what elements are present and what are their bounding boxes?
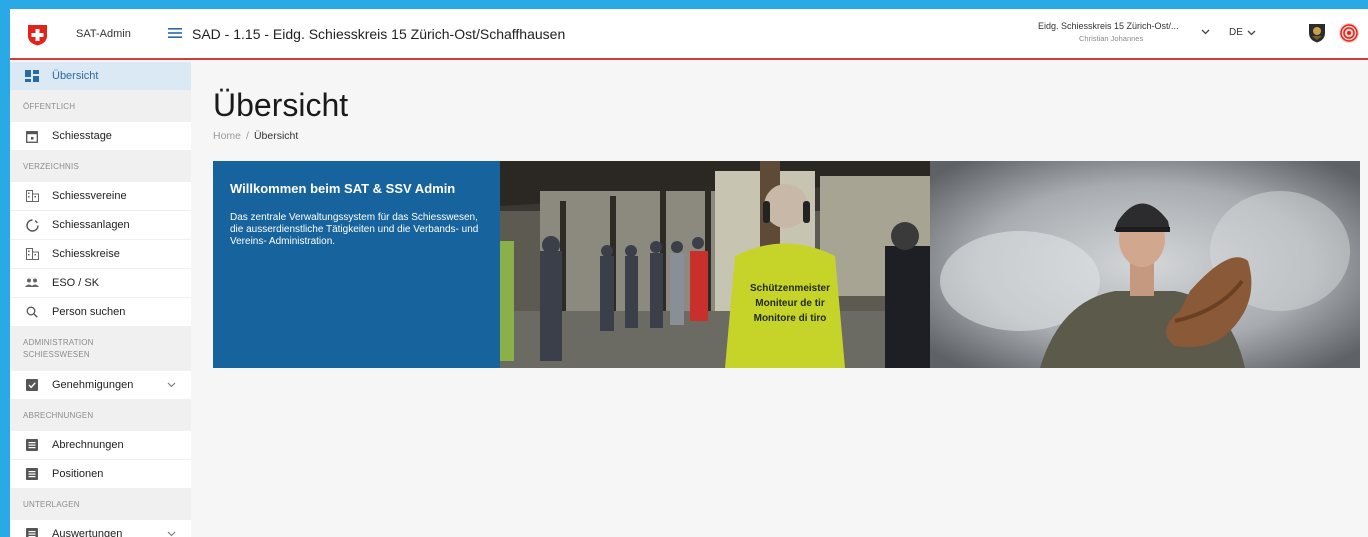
sidebar-item-ranges[interactable]: Schiessanlagen bbox=[10, 211, 191, 240]
language-label: DE bbox=[1229, 27, 1243, 38]
people-icon bbox=[25, 276, 39, 290]
welcome-panel: Willkommen beim SAT & SSV Admin Das zent… bbox=[213, 161, 500, 368]
sidebar-item-clubs[interactable]: Schiessvereine bbox=[10, 182, 191, 211]
sidebar-item-evaluations[interactable]: Auswertungen bbox=[10, 520, 191, 537]
sidebar-item-label: Genehmigungen bbox=[52, 379, 134, 391]
vest-text-line: Schützenmeister bbox=[750, 283, 830, 294]
sidebar-item-billing[interactable]: Abrechnungen bbox=[10, 431, 191, 460]
sidebar-item-label: ESO / SK bbox=[52, 277, 100, 289]
search-icon bbox=[25, 305, 39, 319]
sidebar-item-label: Schiesskreise bbox=[52, 248, 120, 260]
sidebar-item-approvals[interactable]: Genehmigungen bbox=[10, 371, 191, 400]
sidebar-item-label: Schiessvereine bbox=[52, 190, 127, 202]
sidebar-item-overview[interactable]: Übersicht bbox=[10, 62, 191, 91]
vest-text-line: Monitore di tiro bbox=[754, 313, 827, 324]
section-label-line: SCHIESSWESEN bbox=[23, 350, 90, 359]
document-icon bbox=[25, 467, 39, 481]
language-selector[interactable]: DE bbox=[1229, 27, 1256, 38]
shooting-range-photo: Schützenmeister Moniteur de tir Monitore… bbox=[500, 161, 930, 368]
organization-name: Eidg. Schiesskreis 15 Zürich-Ost/... bbox=[1038, 21, 1179, 31]
sidebar-item-person-search[interactable]: Person suchen bbox=[10, 298, 191, 327]
breadcrumb-home[interactable]: Home bbox=[213, 130, 241, 142]
menu-icon[interactable] bbox=[168, 27, 182, 39]
banner-title: Willkommen beim SAT & SSV Admin bbox=[230, 181, 456, 196]
top-header: SAT-Admin SAD - 1.15 - Eidg. Schiesskrei… bbox=[10, 9, 1368, 60]
sidebar-item-label: Schiesstage bbox=[52, 130, 112, 142]
chevron-down-icon bbox=[167, 531, 176, 537]
section-label-line: ADMINISTRATION bbox=[23, 338, 94, 347]
sidebar-item-shooting-days[interactable]: Schiesstage bbox=[10, 122, 191, 151]
sidebar-item-eso-sk[interactable]: ESO / SK bbox=[10, 269, 191, 298]
section-label-billing: ABRECHNUNGEN bbox=[10, 400, 191, 431]
welcome-banner: Willkommen beim SAT & SSV Admin Das zent… bbox=[213, 161, 1360, 368]
section-label-documents: UNTERLAGEN bbox=[10, 489, 191, 520]
building-icon bbox=[25, 247, 39, 261]
document-icon bbox=[25, 527, 39, 537]
circle-icon bbox=[25, 218, 39, 232]
page-title: Übersicht bbox=[213, 87, 349, 123]
section-label-directory: VERZEICHNIS bbox=[10, 151, 191, 182]
vest-text-line: Moniteur de tir bbox=[755, 298, 825, 309]
sidebar-item-label: Abrechnungen bbox=[52, 439, 124, 451]
chevron-down-icon bbox=[1247, 30, 1256, 35]
document-icon bbox=[25, 438, 39, 452]
section-label-public: ÖFFENTLICH bbox=[10, 91, 191, 122]
sidebar-item-label: Person suchen bbox=[52, 306, 126, 318]
calendar-icon bbox=[25, 129, 39, 143]
app-name[interactable]: SAT-Admin bbox=[76, 28, 131, 40]
breadcrumb-current: Übersicht bbox=[253, 130, 299, 142]
target-badge-icon[interactable] bbox=[1338, 22, 1360, 44]
sidebar-item-districts[interactable]: Schiesskreise bbox=[10, 240, 191, 269]
swiss-cross-logo[interactable] bbox=[27, 24, 48, 46]
organization-selector[interactable]: Eidg. Schiesskreis 15 Zürich-Ost/... Chr… bbox=[1038, 21, 1213, 43]
app-window: SAT-Admin SAD - 1.15 - Eidg. Schiesskrei… bbox=[10, 9, 1368, 537]
building-icon bbox=[25, 189, 39, 203]
checkbox-icon bbox=[25, 378, 39, 392]
sidebar-item-positions[interactable]: Positionen bbox=[10, 460, 191, 489]
context-title: SAD - 1.15 - Eidg. Schiesskreis 15 Züric… bbox=[192, 26, 566, 42]
sidebar-item-label: Übersicht bbox=[52, 70, 99, 82]
breadcrumb-separator: / bbox=[246, 130, 249, 142]
sidebar: Übersicht ÖFFENTLICH Schiesstage VERZEIC… bbox=[10, 62, 191, 537]
chevron-down-icon bbox=[1201, 29, 1210, 35]
breadcrumb: Home / Übersicht bbox=[213, 130, 298, 142]
section-label-admin: ADMINISTRATION SCHIESSWESEN bbox=[10, 327, 191, 371]
sidebar-item-label: Auswertungen bbox=[52, 528, 123, 537]
chevron-down-icon bbox=[167, 382, 176, 388]
sidebar-item-label: Schiessanlagen bbox=[52, 219, 130, 231]
shooting-club-badge-icon[interactable] bbox=[1308, 23, 1326, 43]
rider-with-saddle-photo bbox=[930, 161, 1360, 368]
user-name: Christian Johannes bbox=[1079, 34, 1144, 43]
banner-text: Das zentrale Verwaltungssystem für das S… bbox=[230, 212, 479, 247]
sidebar-item-label: Positionen bbox=[52, 468, 104, 480]
dashboard-icon bbox=[25, 69, 39, 83]
